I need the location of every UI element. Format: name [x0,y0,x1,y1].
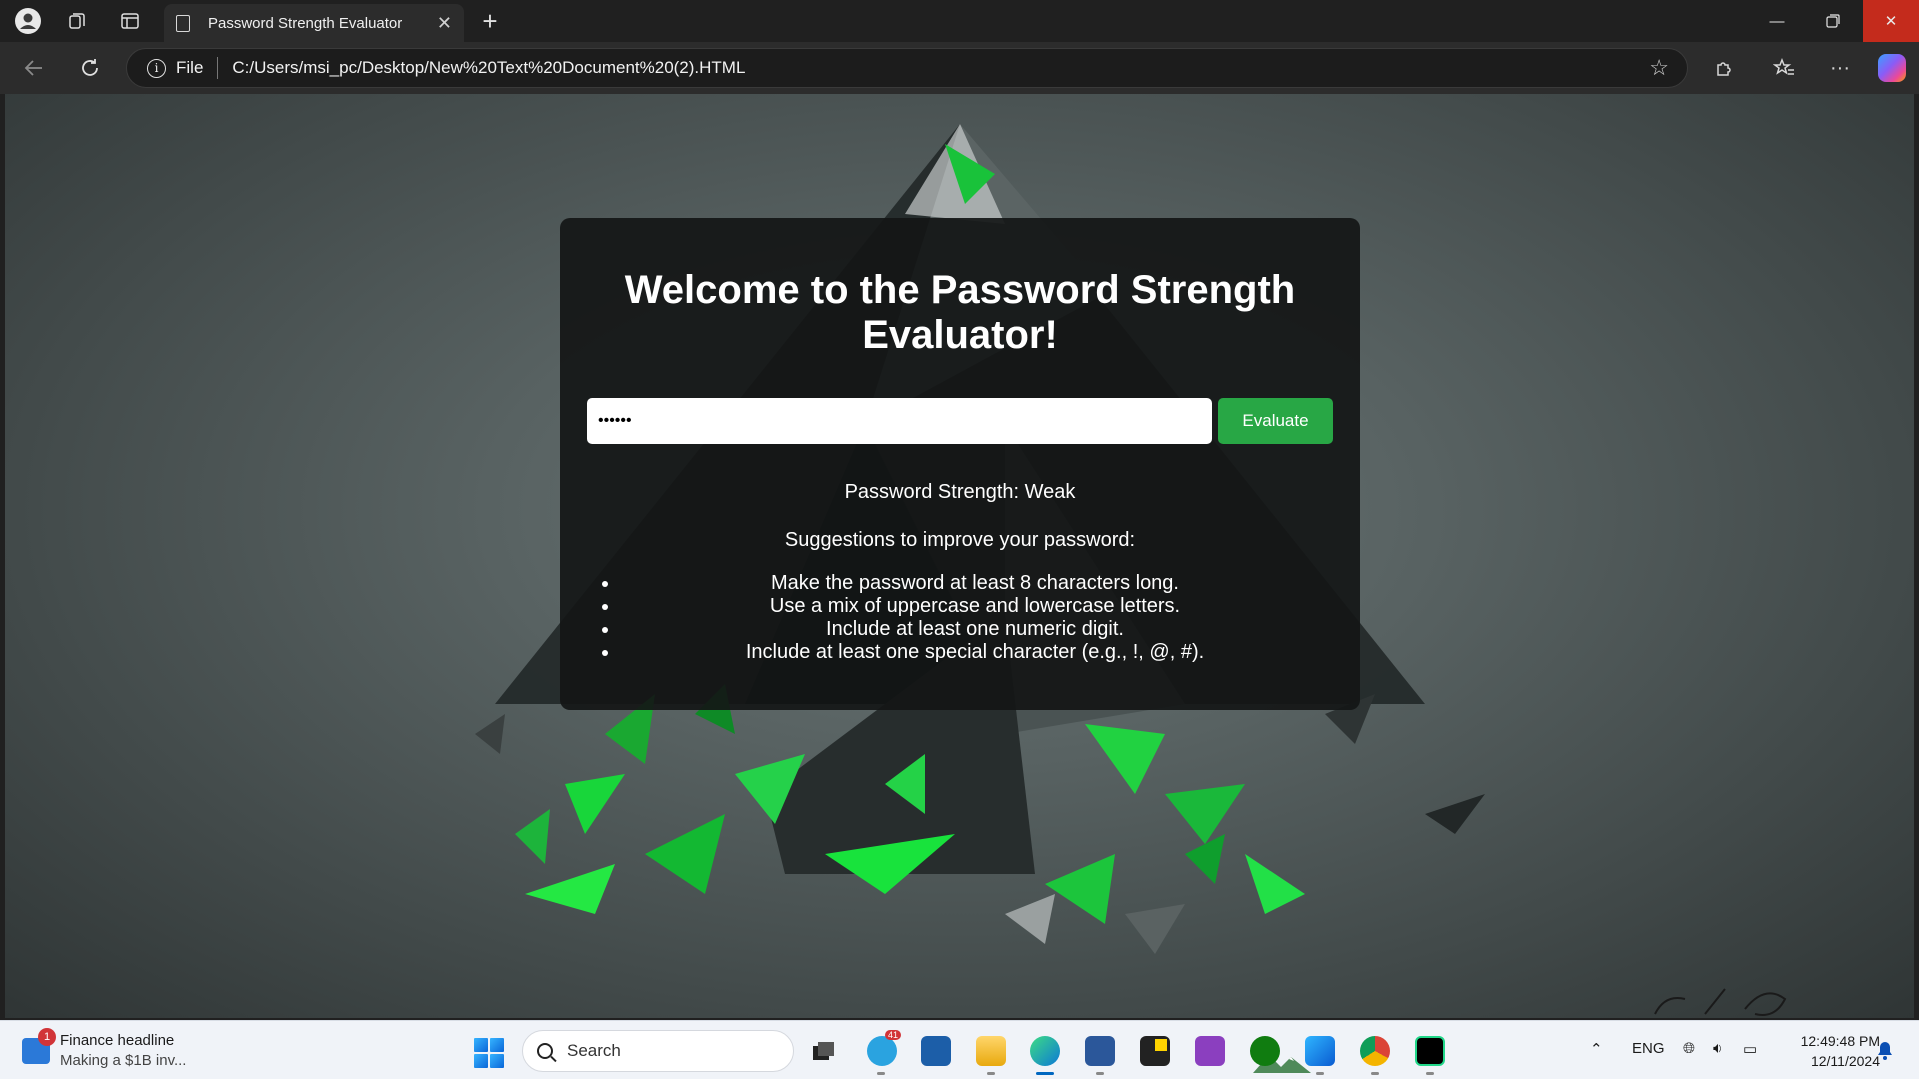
profile-icon[interactable] [8,7,48,35]
active-app-indicator [1036,1072,1054,1075]
running-indicator [1371,1072,1379,1075]
sticky-notes-icon[interactable] [1140,1036,1170,1066]
taskbar: 1 Finance headline Making a $1B inv... S… [0,1020,1919,1079]
running-indicator [877,1072,885,1075]
password-input[interactable] [587,398,1212,444]
suggestion-item: Include at least one special character (… [620,641,1330,664]
suggestion-item: Use a mix of uppercase and lowercase let… [620,595,1330,618]
taskbar-search[interactable]: Search [522,1030,1311,1073]
search-icon [537,1043,553,1059]
suggestions-title: Suggestions to improve your password: [784,529,1136,551]
battery-icon[interactable]: ▭ [1743,1040,1757,1058]
close-window-button[interactable]: ✕ [1863,0,1919,42]
navigation-bar: i File C:/Users/msi_pc/Desktop/New%20Tex… [0,42,1919,94]
show-hidden-icons-icon[interactable]: ⌃ [1590,1040,1603,1058]
edge-icon[interactable] [1030,1036,1060,1066]
xbox-icon[interactable] [1250,1036,1280,1066]
news-icon: 1 [22,1028,56,1064]
word-icon[interactable] [1085,1036,1115,1066]
system-clock[interactable]: 12:49:48 PM 12/11/2024 [1780,1031,1880,1071]
page-viewport: Welcome to the Password Strength Evaluat… [5,94,1914,1018]
suggestions-list: Make the password at least 8 characters … [600,572,1330,664]
search-placeholder: Search [567,1041,621,1060]
back-button[interactable] [16,52,52,84]
running-indicator [1316,1072,1324,1075]
news-subtitle: Making a $1B inv... [60,1052,187,1069]
running-indicator [987,1072,995,1075]
clock-date: 12/11/2024 [1810,1053,1880,1069]
address-separator [217,57,219,79]
site-info-icon[interactable]: i [147,58,166,78]
photos-icon[interactable] [1305,1036,1335,1066]
new-tab-button[interactable]: + [472,6,508,36]
pycharm-icon[interactable] [1415,1036,1445,1066]
network-icon[interactable]: 🌐︎ [1683,1040,1695,1057]
task-view-icon[interactable] [808,1036,838,1066]
qbittorrent-icon[interactable] [921,1036,951,1066]
address-scheme: File [176,58,204,77]
minimize-button[interactable]: — [1749,0,1805,42]
strength-result: Password Strength: Weak [844,481,1076,503]
news-widget[interactable]: 1 Finance headline Making a $1B inv... [22,1028,187,1073]
tab-password-strength-evaluator[interactable]: Password Strength Evaluator ✕ [164,4,464,42]
app-purple-icon[interactable] [1195,1036,1225,1066]
telegram-icon[interactable]: 41 [867,1030,902,1066]
favorites-icon[interactable] [1766,52,1802,84]
start-button[interactable] [474,1038,504,1068]
extensions-icon[interactable] [1706,52,1742,84]
more-options-icon[interactable]: ··· [1822,52,1858,84]
language-indicator[interactable]: ENG [1632,1040,1665,1057]
workspaces-icon[interactable] [57,7,97,35]
running-indicator [1096,1072,1104,1075]
restore-button[interactable] [1805,0,1861,42]
address-bar[interactable]: i File C:/Users/msi_pc/Desktop/New%20Tex… [126,48,1688,88]
telegram-badge: 41 [885,1030,902,1040]
evaluator-card: Welcome to the Password Strength Evaluat… [560,218,1360,710]
running-indicator [1426,1072,1434,1075]
address-url[interactable]: C:/Users/msi_pc/Desktop/New%20Text%20Doc… [232,58,745,78]
browser-title-bar: Password Strength Evaluator ✕ + — ✕ [0,0,1919,42]
volume-icon[interactable]: 🔉︎ [1713,1040,1722,1057]
notification-bell-icon[interactable] [1876,1040,1894,1060]
chrome-icon[interactable] [1360,1036,1390,1066]
copilot-icon[interactable] [1878,54,1906,82]
clock-time: 12:49:48 PM [1800,1033,1880,1049]
document-icon [176,14,190,32]
suggestion-item: Include at least one numeric digit. [620,618,1330,641]
suggestion-item: Make the password at least 8 characters … [620,572,1330,595]
refresh-button[interactable] [72,52,108,84]
news-badge: 1 [38,1028,56,1046]
file-explorer-icon[interactable] [976,1036,1006,1066]
evaluate-button[interactable]: Evaluate [1218,398,1333,444]
close-tab-icon[interactable]: ✕ [437,13,452,34]
news-title: Finance headline [60,1032,175,1049]
page-title: Welcome to the Password Strength Evaluat… [624,268,1296,357]
vertical-tabs-icon[interactable] [110,7,150,35]
tab-title: Password Strength Evaluator [208,14,403,32]
favorite-star-icon[interactable]: ☆ [1649,55,1669,81]
